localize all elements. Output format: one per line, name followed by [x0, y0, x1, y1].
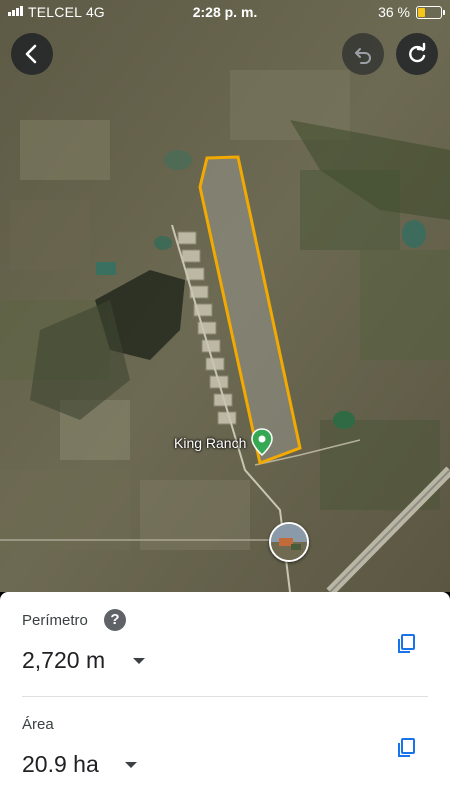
- copy-icon[interactable]: [394, 736, 418, 760]
- perimeter-label: Perímetro: [22, 612, 88, 629]
- battery-percent: 36 %: [378, 4, 410, 20]
- arrow-left-icon: [25, 44, 37, 64]
- battery-icon: [416, 6, 445, 19]
- area-label: Área: [22, 716, 54, 733]
- status-bar: TELCEL 4G 2:28 p. m. 36 %: [0, 0, 450, 24]
- photo-thumbnail[interactable]: [269, 522, 309, 562]
- redo-icon: [409, 42, 426, 63]
- redo-button[interactable]: [396, 33, 438, 75]
- area-value: 20.9 ha: [22, 751, 99, 777]
- place-label[interactable]: King Ranch: [174, 435, 246, 451]
- perimeter-unit-dropdown[interactable]: [133, 658, 145, 664]
- map-pin-icon[interactable]: [251, 428, 273, 456]
- help-icon[interactable]: ?: [104, 609, 126, 631]
- copy-icon[interactable]: [394, 632, 418, 656]
- back-button[interactable]: [11, 33, 53, 75]
- measurement-sheet: Perímetro ? 2,720 m Área 20.9 ha: [0, 592, 450, 800]
- satellite-map[interactable]: [0, 0, 450, 592]
- divider: [22, 696, 428, 697]
- perimeter-value: 2,720 m: [22, 647, 106, 673]
- undo-icon: [355, 48, 371, 64]
- area-unit-dropdown[interactable]: [125, 762, 137, 768]
- undo-button[interactable]: [342, 33, 384, 75]
